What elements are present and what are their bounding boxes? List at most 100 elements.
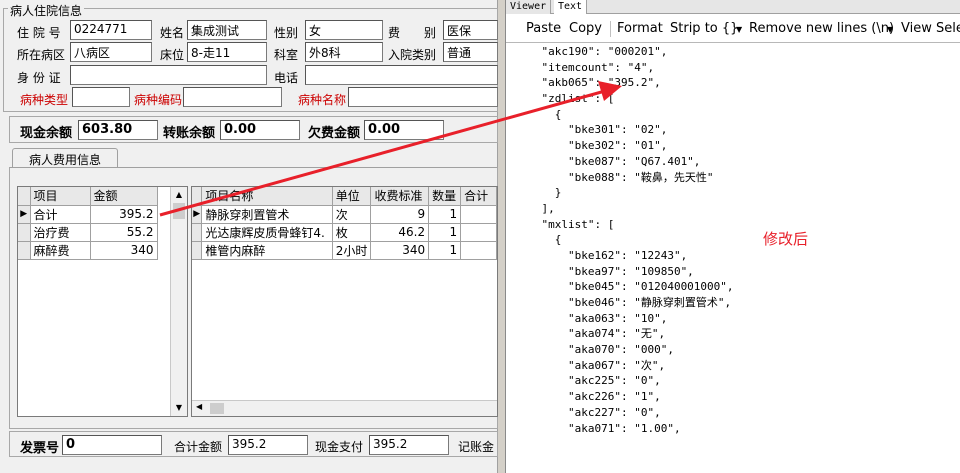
detail-header-price[interactable]: 收费标准: [370, 187, 430, 206]
detail-total-cell[interactable]: [460, 223, 497, 242]
detail-unit-cell[interactable]: 次: [332, 205, 372, 224]
detail-name-cell[interactable]: 椎管内麻醉: [201, 241, 333, 260]
scrollbar-thumb[interactable]: [173, 203, 185, 219]
detail-qty-cell[interactable]: 1: [428, 205, 462, 224]
detail-qty-cell[interactable]: 1: [428, 241, 462, 260]
json-viewer-window: Viewer Text Paste Copy Format Strip to {…: [505, 0, 960, 473]
disease-type-label: 病种类型: [20, 93, 69, 107]
detail-header-unit[interactable]: 单位: [332, 187, 372, 206]
table-row[interactable]: 麻醉费 340: [18, 241, 158, 260]
scroll-up-icon[interactable]: ▲: [171, 187, 187, 203]
format-button[interactable]: Format: [617, 21, 663, 36]
patient-info-group-title: 病人住院信息: [8, 2, 85, 19]
cash-balance-field[interactable]: 603.80: [78, 120, 158, 140]
json-text-line: {: [515, 107, 562, 121]
table-row[interactable]: 治疗费 55.2: [18, 223, 158, 242]
summary-header-amount[interactable]: 金额: [90, 187, 158, 206]
admit-type-label: 入院类别: [388, 48, 437, 62]
table-row[interactable]: ▶ 合计 395.2: [18, 205, 158, 224]
detail-price-cell[interactable]: 340: [370, 241, 430, 260]
invoice-field[interactable]: 0: [62, 435, 162, 455]
phone-label: 电话: [274, 71, 299, 85]
json-text-line: "bke045": "012040001000",: [515, 280, 734, 294]
table-row[interactable]: 椎管内麻醉 2小时 340 1: [192, 241, 497, 260]
owed-amount-label: 欠费金额: [308, 126, 361, 141]
annotation-label: 修改后: [763, 230, 809, 248]
ward-label: 所在病区: [17, 48, 66, 62]
dept-field[interactable]: 外8科: [305, 42, 383, 62]
json-text-line: "bke162": "12243",: [515, 248, 688, 262]
summary-grid[interactable]: 项目 金额 ▶ 合计 395.2 治疗费 55.2 麻醉费 340 ▲ ▼: [17, 186, 188, 417]
chevron-down-icon[interactable]: ▼: [736, 25, 742, 34]
summary-item-cell[interactable]: 合计: [30, 205, 91, 224]
bed-field[interactable]: 8-走11: [187, 42, 267, 62]
summary-header-item[interactable]: 项目: [30, 187, 91, 206]
detail-name-cell[interactable]: 光达康辉皮质骨蜂钉4.: [201, 223, 333, 242]
tab-text[interactable]: Text: [554, 0, 588, 14]
json-text-line: ],: [515, 201, 555, 215]
tab-fee-info[interactable]: 病人费用信息: [12, 148, 119, 168]
detail-unit-cell[interactable]: 2小时: [332, 241, 372, 260]
summary-amount-cell[interactable]: 55.2: [90, 223, 158, 242]
summary-amount-cell[interactable]: 340: [90, 241, 158, 260]
summary-amount-cell[interactable]: 395.2: [90, 205, 158, 224]
scroll-down-icon[interactable]: ▼: [171, 400, 187, 416]
json-text-line: {: [515, 233, 562, 247]
detail-name-cell[interactable]: 静脉穿刺置管术: [201, 205, 333, 224]
admit-type-field[interactable]: 普通: [443, 42, 498, 62]
disease-code-field[interactable]: [183, 87, 282, 107]
summary-vertical-scrollbar[interactable]: ▲ ▼: [170, 187, 187, 416]
tab-viewer[interactable]: Viewer: [506, 0, 552, 14]
summary-item-cell[interactable]: 麻醉费: [30, 241, 91, 260]
json-text-line: "aka071": "1.00",: [515, 421, 681, 435]
disease-name-label: 病种名称: [298, 93, 347, 107]
detail-unit-cell[interactable]: 枚: [332, 223, 372, 242]
json-text-line: "bkea97": "109850",: [515, 264, 694, 278]
cash-payment-field[interactable]: 395.2: [369, 435, 449, 455]
transfer-balance-field[interactable]: 0.00: [220, 120, 300, 140]
remove-newlines-button[interactable]: Remove new lines (\n): [749, 21, 894, 36]
summary-item-cell[interactable]: 治疗费: [30, 223, 91, 242]
admission-no-field[interactable]: 0224771: [70, 20, 152, 40]
owed-amount-field[interactable]: 0.00: [364, 120, 444, 140]
detail-header-total[interactable]: 合计: [460, 187, 497, 206]
id-card-label: 身 份 证: [17, 71, 61, 85]
strip-button[interactable]: Strip to {}: [670, 21, 738, 36]
detail-horizontal-scrollbar[interactable]: ◀: [192, 400, 497, 416]
phone-field[interactable]: [305, 65, 498, 85]
detail-total-cell[interactable]: [460, 241, 497, 260]
fee-type-field[interactable]: 医保: [443, 20, 498, 40]
detail-header-qty[interactable]: 数量: [428, 187, 462, 206]
disease-name-field[interactable]: [348, 87, 498, 107]
view-selected-button[interactable]: View Selec: [901, 21, 960, 36]
ward-field[interactable]: 八病区: [70, 42, 152, 62]
account-amount-label: 记账金: [458, 440, 495, 454]
json-text-area[interactable]: "akc190": "000201", "itemcount": "4", "a…: [515, 44, 960, 473]
table-row[interactable]: 光达康辉皮质骨蜂钉4. 枚 46.2 1: [192, 223, 497, 242]
detail-qty-cell[interactable]: 1: [428, 223, 462, 242]
detail-total-cell[interactable]: [460, 205, 497, 224]
json-text-line: "akb065": "395.2",: [515, 76, 661, 90]
copy-button[interactable]: Copy: [569, 21, 602, 36]
cash-balance-label: 现金余额: [20, 126, 73, 141]
table-row[interactable]: ▶ 静脉穿刺置管术 次 9 1: [192, 205, 497, 224]
id-card-field[interactable]: [70, 65, 267, 85]
detail-price-cell[interactable]: 9: [370, 205, 430, 224]
json-text-line: "itemcount": "4",: [515, 60, 655, 74]
gender-field[interactable]: 女: [305, 20, 383, 40]
total-amount-field[interactable]: 395.2: [228, 435, 308, 455]
summary-header-indicator: [18, 187, 31, 206]
detail-price-cell[interactable]: 46.2: [370, 223, 430, 242]
detail-header-name[interactable]: 项目名称: [201, 187, 333, 206]
json-text-line: "bke087": "Q67.401",: [515, 154, 701, 168]
chevron-down-icon[interactable]: ▼: [887, 25, 893, 34]
cash-payment-label: 现金支付: [315, 440, 364, 454]
paste-button[interactable]: Paste: [526, 21, 561, 36]
scrollbar-thumb[interactable]: [210, 403, 224, 414]
json-text-line: "aka074": "无",: [515, 327, 666, 341]
fee-detail-grid[interactable]: 项目名称 单位 收费标准 数量 合计 ▶ 静脉穿刺置管术 次 9 1 光达康辉皮…: [191, 186, 498, 417]
scroll-left-icon[interactable]: ◀: [196, 402, 202, 411]
bed-label: 床位: [160, 48, 185, 62]
disease-type-field[interactable]: [72, 87, 130, 107]
name-field[interactable]: 集成测试: [187, 20, 267, 40]
